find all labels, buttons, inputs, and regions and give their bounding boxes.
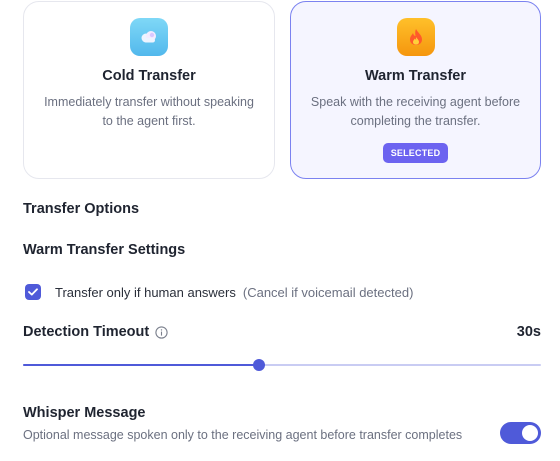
detection-timeout-row: Detection Timeout 30s	[23, 324, 541, 340]
whisper-message-title: Whisper Message	[23, 405, 146, 421]
warm-transfer-description: Speak with the receiving agent before co…	[310, 95, 521, 128]
info-icon[interactable]	[155, 325, 168, 339]
human-answer-hint: (Cancel if voicemail detected)	[242, 284, 414, 300]
cold-transfer-card[interactable]: Cold Transfer Immediately transfer witho…	[23, 1, 275, 179]
warm-transfer-card[interactable]: Warm Transfer Speak with the receiving a…	[290, 1, 541, 179]
detection-timeout-value: 30s	[516, 324, 541, 340]
slider-fill	[23, 364, 259, 366]
slider-thumb[interactable]	[252, 359, 265, 371]
selected-badge: SELECTED	[382, 143, 449, 163]
human-answer-checkbox[interactable]	[25, 284, 41, 300]
whisper-message-toggle[interactable]	[500, 422, 541, 444]
human-answer-option: Transfer only if human answers (Cancel i…	[25, 284, 413, 300]
whisper-message-description: Optional message spoken only to the rece…	[23, 428, 463, 442]
warm-transfer-settings-heading: Warm Transfer Settings	[23, 242, 186, 258]
human-answer-label[interactable]: Transfer only if human answers	[55, 285, 236, 300]
detection-timeout-label: Detection Timeout	[23, 324, 150, 340]
cloud-icon	[130, 18, 168, 56]
flame-icon	[396, 18, 435, 56]
warm-transfer-title: Warm Transfer	[365, 68, 466, 84]
cold-transfer-title: Cold Transfer	[102, 68, 196, 84]
transfer-options-heading: Transfer Options	[23, 201, 140, 217]
cold-transfer-description: Immediately transfer without speaking to…	[44, 95, 254, 128]
checkmark-icon	[28, 288, 38, 296]
toggle-knob	[522, 425, 538, 441]
detection-timeout-slider[interactable]	[23, 359, 541, 371]
